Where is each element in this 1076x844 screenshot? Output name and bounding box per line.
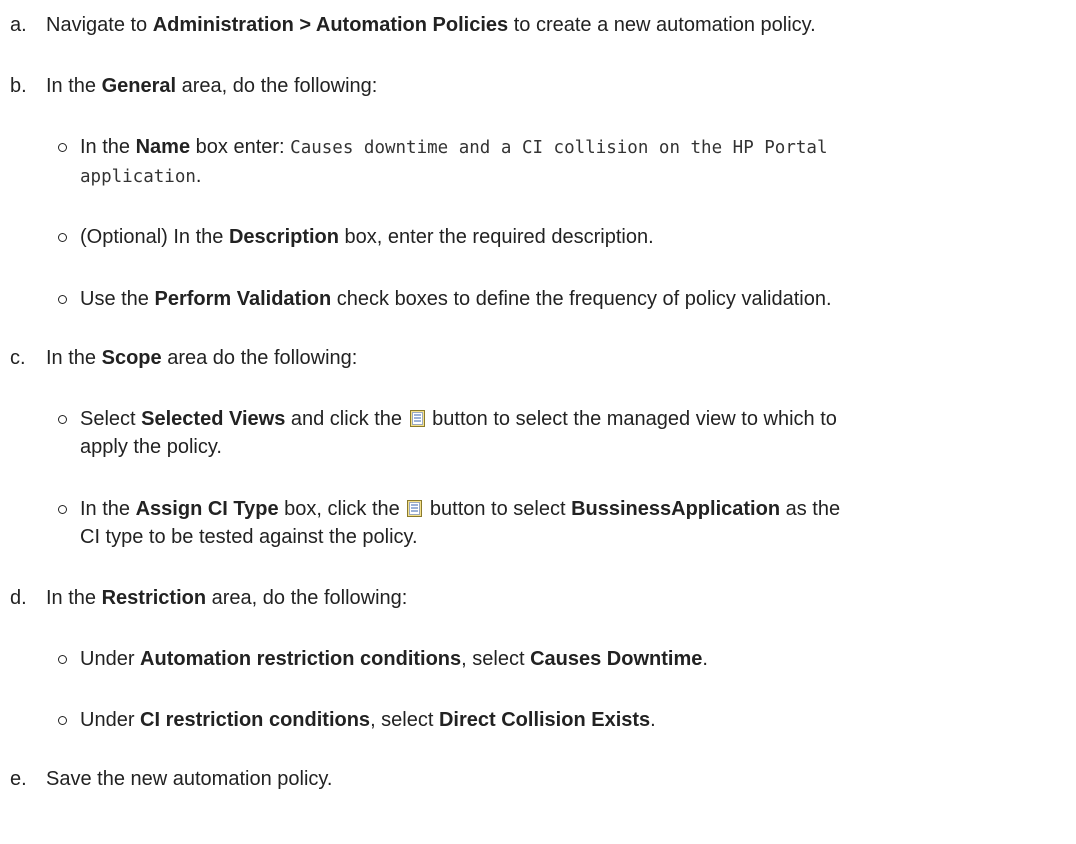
- list-select-button-icon: [409, 410, 425, 427]
- text-run: Save the new automation policy.: [46, 768, 333, 790]
- text-run: box, enter the required description.: [339, 226, 654, 248]
- procedure-document: a. Navigate to Administration > Automati…: [0, 0, 1076, 844]
- bold-term: CI restriction conditions: [140, 709, 371, 731]
- text-run: area, do the following:: [176, 75, 378, 97]
- text-run: In the: [80, 136, 136, 158]
- sub-item-text: Use the Perform Validation check boxes t…: [80, 285, 1070, 313]
- text-run: In the: [46, 587, 102, 609]
- code-text: application: [80, 167, 196, 187]
- bold-term: Name: [135, 136, 191, 158]
- text-run: In the: [46, 75, 102, 97]
- step-marker: d.: [10, 587, 27, 609]
- bullet-icon: [58, 143, 67, 152]
- bold-term: Assign CI Type: [135, 498, 279, 520]
- bullet-icon: [58, 295, 67, 304]
- bullet-icon: [58, 505, 67, 514]
- text-run: Under: [80, 648, 141, 670]
- sub-item-text: Under Automation restriction conditions,…: [80, 645, 1070, 673]
- step-marker: a.: [10, 14, 27, 36]
- text-run: , select: [370, 709, 439, 731]
- step-marker: b.: [10, 75, 27, 97]
- text-run: box enter:: [190, 136, 291, 158]
- text-run: apply the policy.: [80, 436, 222, 458]
- bullet-icon: [58, 655, 67, 664]
- text-run: In the: [80, 498, 136, 520]
- step-text: Navigate to Administration > Automation …: [46, 12, 816, 38]
- text-run: as the: [780, 498, 841, 520]
- bold-term: Causes Downtime: [530, 648, 703, 670]
- bold-term: Scope: [101, 347, 162, 369]
- text-run: area, do the following:: [206, 587, 408, 609]
- bold-term: Perform Validation: [154, 288, 332, 310]
- sub-item-text: In the Name box enter: Causes downtime a…: [80, 133, 1070, 191]
- text-run: Navigate to: [46, 14, 153, 36]
- bullet-icon: [58, 716, 67, 725]
- text-run: button to select: [424, 498, 572, 520]
- text-run: (Optional) In the: [80, 226, 229, 248]
- bold-term: Direct Collision Exists: [438, 709, 651, 731]
- bold-term: BussinessApplication: [571, 498, 781, 520]
- sub-item-text: Under CI restriction conditions, select …: [80, 706, 1070, 734]
- bold-term: Description: [228, 226, 339, 248]
- list-select-button-icon: [407, 500, 423, 517]
- bold-term: Administration > Automation Policies: [152, 14, 509, 36]
- step-text: In the Scope area do the following:: [46, 345, 357, 371]
- sub-item-text: (Optional) In the Description box, enter…: [80, 223, 1070, 251]
- step-text: In the Restriction area, do the followin…: [46, 585, 407, 611]
- sub-item-text: Select Selected Views and click the butt…: [80, 405, 1070, 461]
- bullet-icon: [58, 233, 67, 242]
- text-run: button to select the managed view to whi…: [426, 408, 837, 430]
- text-run: box, click the: [278, 498, 406, 520]
- text-run: and click the: [285, 408, 408, 430]
- text-run: check boxes to define the frequency of p…: [331, 288, 832, 310]
- text-run: .: [650, 709, 656, 731]
- sub-item-text: In the Assign CI Type box, click the but…: [80, 495, 1070, 551]
- bullet-icon: [58, 415, 67, 424]
- bold-term: Selected Views: [141, 408, 286, 430]
- text-run: area do the following:: [161, 347, 358, 369]
- step-marker: c.: [10, 347, 26, 369]
- text-run: Select: [80, 408, 142, 430]
- text-run: , select: [461, 648, 531, 670]
- text-run: .: [195, 165, 202, 187]
- bold-term: General: [101, 75, 177, 97]
- step-marker: e.: [10, 768, 27, 790]
- text-run: CI type to be tested against the policy.: [80, 526, 418, 548]
- text-run: In the: [46, 347, 102, 369]
- text-run: Under: [80, 709, 141, 731]
- bold-term: Restriction: [101, 587, 207, 609]
- bold-term: Automation restriction conditions: [140, 648, 462, 670]
- text-run: .: [702, 648, 708, 670]
- code-text: Causes downtime and a CI collision on th…: [290, 138, 828, 158]
- step-text: Save the new automation policy.: [46, 766, 332, 792]
- text-run: to create a new automation policy.: [508, 14, 816, 36]
- text-run: Use the: [80, 288, 155, 310]
- step-text: In the General area, do the following:: [46, 73, 377, 99]
